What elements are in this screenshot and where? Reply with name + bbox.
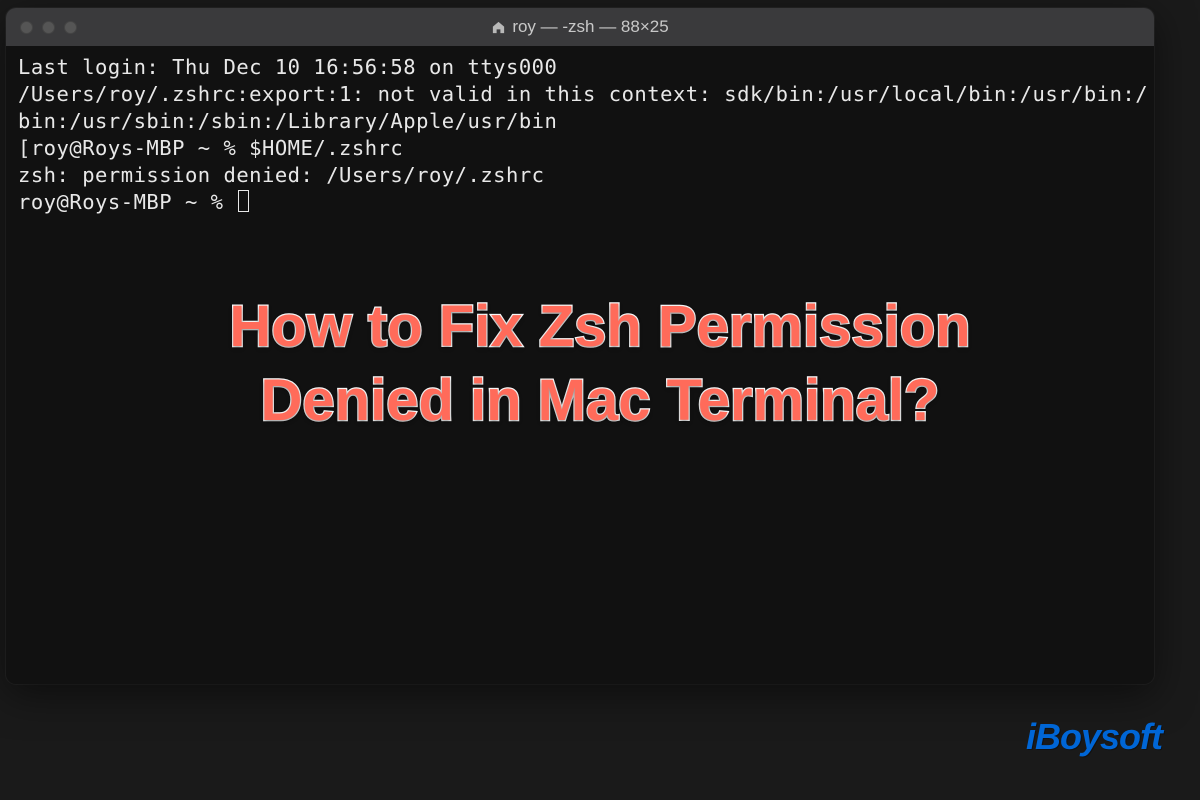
brand-text: iBoysoft <box>1026 716 1162 757</box>
minimize-button[interactable] <box>42 21 55 34</box>
terminal-line: Last login: Thu Dec 10 16:56:58 on ttys0… <box>18 54 1142 81</box>
terminal-line: zsh: permission denied: /Users/roy/.zshr… <box>18 162 1142 189</box>
window-title: roy — -zsh — 88×25 <box>6 17 1154 37</box>
cursor <box>238 190 249 212</box>
terminal-prompt-line: roy@Roys-MBP ~ % <box>18 189 1142 216</box>
terminal-window: roy — -zsh — 88×25 Last login: Thu Dec 1… <box>6 8 1154 684</box>
window-titlebar[interactable]: roy — -zsh — 88×25 <box>6 8 1154 46</box>
traffic-lights <box>20 21 77 34</box>
zoom-button[interactable] <box>64 21 77 34</box>
terminal-output[interactable]: Last login: Thu Dec 10 16:56:58 on ttys0… <box>6 46 1154 684</box>
terminal-line: bin:/usr/sbin:/sbin:/Library/Apple/usr/b… <box>18 108 1142 135</box>
prompt-text: roy@Roys-MBP ~ % <box>18 190 236 214</box>
window-title-text: roy — -zsh — 88×25 <box>512 17 668 37</box>
home-icon <box>491 20 506 35</box>
brand-logo: iBoysoft <box>1026 716 1162 758</box>
terminal-line: [roy@Roys-MBP ~ % $HOME/.zshrc <box>18 135 1142 162</box>
terminal-line: /Users/roy/.zshrc:export:1: not valid in… <box>18 81 1142 108</box>
close-button[interactable] <box>20 21 33 34</box>
